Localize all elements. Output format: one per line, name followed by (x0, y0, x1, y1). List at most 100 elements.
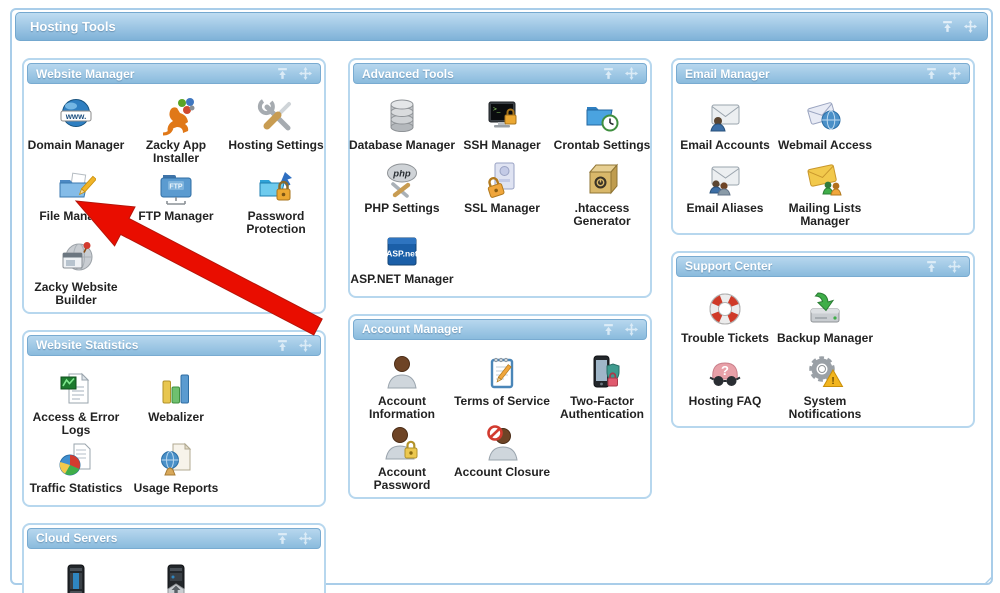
window-titlebar: Hosting Tools (15, 12, 988, 41)
tool-vps-upgrades[interactable]: VPS Upgrades (126, 560, 226, 593)
tool-label: Account Password (348, 466, 456, 493)
svg-text:>_: >_ (493, 106, 501, 113)
move-icon[interactable] (625, 67, 638, 80)
move-icon[interactable] (299, 67, 312, 80)
tool-htaccess-generator[interactable]: .htaccess Generator (552, 158, 652, 229)
tool-domain-manager[interactable]: www. Domain Manager (26, 95, 126, 166)
tool-webmail-access[interactable]: Webmail Access (775, 95, 875, 158)
envelope-globe-icon (805, 97, 845, 137)
globe-www-icon: www. (56, 97, 96, 137)
safe-box-icon (582, 160, 622, 200)
tool-webalizer[interactable]: Webalizer (126, 367, 226, 438)
tool-ssh-manager[interactable]: >_ SSH Manager (452, 95, 552, 158)
tool-label: Hosting Settings (222, 139, 330, 152)
column-right: Email Manager Email Accounts (671, 58, 975, 444)
tool-label: Domain Manager (22, 139, 130, 152)
panel-cloud-servers-header: Cloud Servers (27, 528, 321, 549)
tool-ftp-manager[interactable]: FTP FTP Manager (126, 166, 226, 237)
tool-label: Access & Error Logs (22, 411, 130, 438)
crossed-tools-icon (256, 97, 296, 137)
globe-document-icon (156, 440, 196, 480)
resize-grip-icon[interactable] (984, 576, 993, 585)
panel-title: Website Statistics (36, 338, 138, 352)
move-icon[interactable] (964, 20, 977, 33)
tool-label: Traffic Statistics (22, 482, 130, 495)
pin-to-top-icon[interactable] (925, 260, 938, 273)
tool-label: Two-Factor Authentication (548, 395, 656, 422)
drive-green-arrow-icon (805, 290, 845, 330)
panel-account-manager: Account Manager Account Information (348, 314, 652, 499)
lifebuoy-icon (705, 290, 745, 330)
move-icon[interactable] (299, 339, 312, 352)
tool-aspnet-manager[interactable]: ASP.net ASP.NET Manager (352, 229, 452, 292)
tool-system-notifications[interactable]: ! System Notifications (775, 351, 875, 422)
tool-crontab-settings[interactable]: Crontab Settings (552, 95, 652, 158)
tool-label: System Notifications (771, 395, 879, 422)
panel-title: Account Manager (362, 322, 463, 336)
tool-password-protection[interactable]: Password Protection (226, 166, 326, 237)
tool-mailing-lists-manager[interactable]: Mailing Lists Manager (775, 158, 875, 229)
tool-label: FTP Manager (122, 210, 230, 223)
pin-to-top-icon[interactable] (925, 67, 938, 80)
pin-to-top-icon[interactable] (941, 20, 954, 33)
tool-traffic-statistics[interactable]: Traffic Statistics (26, 438, 126, 501)
move-icon[interactable] (948, 67, 961, 80)
notepad-pencil-icon (482, 353, 522, 393)
tool-access-error-logs[interactable]: Access & Error Logs (26, 367, 126, 438)
tool-label: File Manager (22, 210, 130, 223)
tool-zacky-website-builder[interactable]: Zacky Website Builder (26, 237, 126, 308)
tool-vps-manager[interactable]: VPS Manager (26, 560, 126, 593)
tool-label: Email Aliases (671, 202, 779, 215)
svg-text:www.: www. (65, 112, 87, 121)
panel-account-manager-header: Account Manager (353, 319, 647, 340)
tool-terms-of-service[interactable]: Terms of Service (452, 351, 552, 422)
tool-php-settings[interactable]: php PHP Settings (352, 158, 452, 229)
pin-to-top-icon[interactable] (602, 67, 615, 80)
svg-text:?: ? (721, 363, 729, 378)
tool-hosting-settings[interactable]: Hosting Settings (226, 95, 326, 166)
move-icon[interactable] (625, 323, 638, 336)
pin-to-top-icon[interactable] (602, 323, 615, 336)
panel-title: Support Center (685, 259, 772, 273)
pie-chart-document-icon (56, 440, 96, 480)
tool-label: Crontab Settings (548, 139, 656, 152)
tool-file-manager[interactable]: File Manager (26, 166, 126, 237)
tool-account-password[interactable]: Account Password (352, 422, 452, 493)
panel-website-manager-header: Website Manager (27, 63, 321, 84)
tool-email-aliases[interactable]: Email Aliases (675, 158, 775, 229)
tool-label: Database Manager (348, 139, 456, 152)
pin-to-top-icon[interactable] (276, 532, 289, 545)
tool-account-information[interactable]: Account Information (352, 351, 452, 422)
pin-to-top-icon[interactable] (276, 339, 289, 352)
terminal-lock-icon: >_ (482, 97, 522, 137)
document-chart-icon (56, 369, 96, 409)
tool-trouble-tickets[interactable]: Trouble Tickets (675, 288, 775, 351)
tool-account-closure[interactable]: Account Closure (452, 422, 552, 493)
tool-email-accounts[interactable]: Email Accounts (675, 95, 775, 158)
aspnet-logo-icon: ASP.net (382, 231, 422, 271)
pin-to-top-icon[interactable] (276, 67, 289, 80)
tool-hosting-faq[interactable]: ? Hosting FAQ (675, 351, 775, 422)
tool-label: Webalizer (122, 411, 230, 424)
svg-text:php: php (392, 169, 411, 180)
envelope-person-icon (705, 97, 745, 137)
tool-label: Hosting FAQ (671, 395, 779, 408)
tool-usage-reports[interactable]: Usage Reports (126, 438, 226, 501)
move-icon[interactable] (299, 532, 312, 545)
tool-ssl-manager[interactable]: SSL Manager (452, 158, 552, 229)
tool-label: SSH Manager (448, 139, 556, 152)
move-icon[interactable] (948, 260, 961, 273)
tool-label: Mailing Lists Manager (771, 202, 879, 229)
person-padlock-icon (382, 424, 422, 464)
panel-email-manager: Email Manager Email Accounts (671, 58, 975, 235)
question-face-icon: ? (705, 353, 745, 393)
tool-backup-manager[interactable]: Backup Manager (775, 288, 875, 351)
tool-database-manager[interactable]: Database Manager (352, 95, 452, 158)
tool-zacky-app-installer[interactable]: Zacky App Installer (126, 95, 226, 166)
panel-support-center: Support Center Trouble Tickets (671, 251, 975, 428)
tool-label: Password Protection (222, 210, 330, 237)
tool-label: Backup Manager (771, 332, 879, 345)
panel-title: Cloud Servers (36, 531, 117, 545)
panel-support-center-header: Support Center (676, 256, 970, 277)
tool-two-factor-authentication[interactable]: Two-Factor Authentication (552, 351, 652, 422)
